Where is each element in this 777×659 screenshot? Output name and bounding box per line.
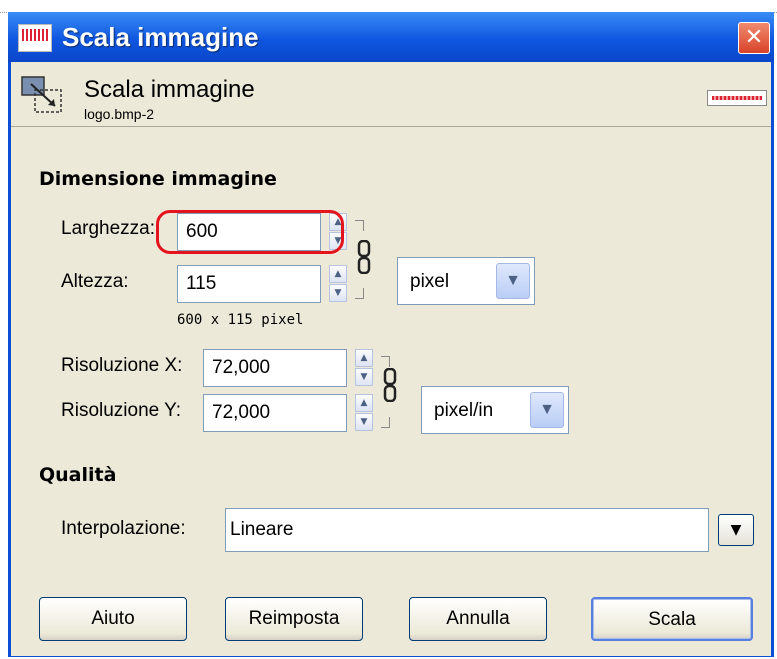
resolution-chain-link-icon[interactable] (383, 368, 397, 402)
resolution-chevron-down-icon[interactable]: ▼ (530, 392, 564, 428)
height-label: Altezza: (61, 271, 129, 292)
scale-image-dialog: Scala immagine ✕ Scala immagine logo.bmp… (8, 12, 774, 657)
interpolation-select[interactable]: Lineare (225, 508, 709, 552)
resolution-bracket-bottom (381, 417, 390, 428)
interpolation-label: Interpolazione: (61, 518, 186, 539)
help-button[interactable]: Aiuto (39, 597, 187, 641)
size-unit-select[interactable]: pixel ▼ (397, 257, 535, 305)
width-label: Larghezza: (61, 218, 156, 239)
size-unit-value: pixel (410, 271, 450, 292)
size-info: 600 x 115 pixel (177, 312, 304, 328)
resolution-x-spin-arrows-icon[interactable]: ▲ ▼ (355, 349, 373, 387)
title-bar[interactable]: Scala immagine ✕ (8, 12, 774, 62)
chain-bracket-top (355, 220, 364, 231)
image-size-section-title: Dimensione immagine (39, 168, 277, 190)
image-name: logo.bmp-2 (84, 106, 155, 122)
image-thumbnail (707, 90, 767, 106)
resolution-y-input[interactable]: 72,000 (203, 394, 347, 432)
resolution-unit-value: pixel/in (434, 400, 494, 421)
resolution-unit-select[interactable]: pixel/in ▼ (421, 386, 569, 434)
close-button[interactable]: ✕ (738, 22, 770, 54)
cancel-button[interactable]: Annulla (409, 597, 547, 641)
scale-button[interactable]: Scala (591, 597, 753, 641)
window-title: Scala immagine (62, 22, 259, 52)
interpolation-dropdown-icon[interactable]: ▼ (718, 514, 754, 546)
header-title: Scala immagine (84, 76, 255, 103)
resolution-y-spin-arrows-icon[interactable]: ▲ ▼ (355, 394, 373, 432)
width-highlight-annotation (156, 210, 344, 254)
chain-link-icon[interactable] (357, 240, 371, 274)
height-input[interactable]: 115 (177, 265, 321, 303)
scale-tool-icon (21, 76, 62, 113)
dialog-body: Scala immagine logo.bmp-2 Dimensione imm… (11, 62, 771, 656)
resolution-x-input[interactable]: 72,000 (203, 349, 347, 387)
resolution-y-label: Risoluzione Y: (61, 400, 182, 421)
dialog-header: Scala immagine logo.bmp-2 (11, 62, 771, 127)
chevron-down-icon[interactable]: ▼ (496, 263, 530, 299)
resolution-x-label: Risoluzione X: (61, 355, 183, 376)
resolution-bracket-top (381, 356, 390, 367)
reset-button[interactable]: Reimposta (225, 597, 363, 641)
app-icon (18, 24, 52, 52)
quality-section-title: Qualità (39, 464, 117, 486)
chain-bracket-bottom (355, 288, 364, 299)
height-spin-arrows-icon[interactable]: ▲ ▼ (329, 265, 347, 303)
